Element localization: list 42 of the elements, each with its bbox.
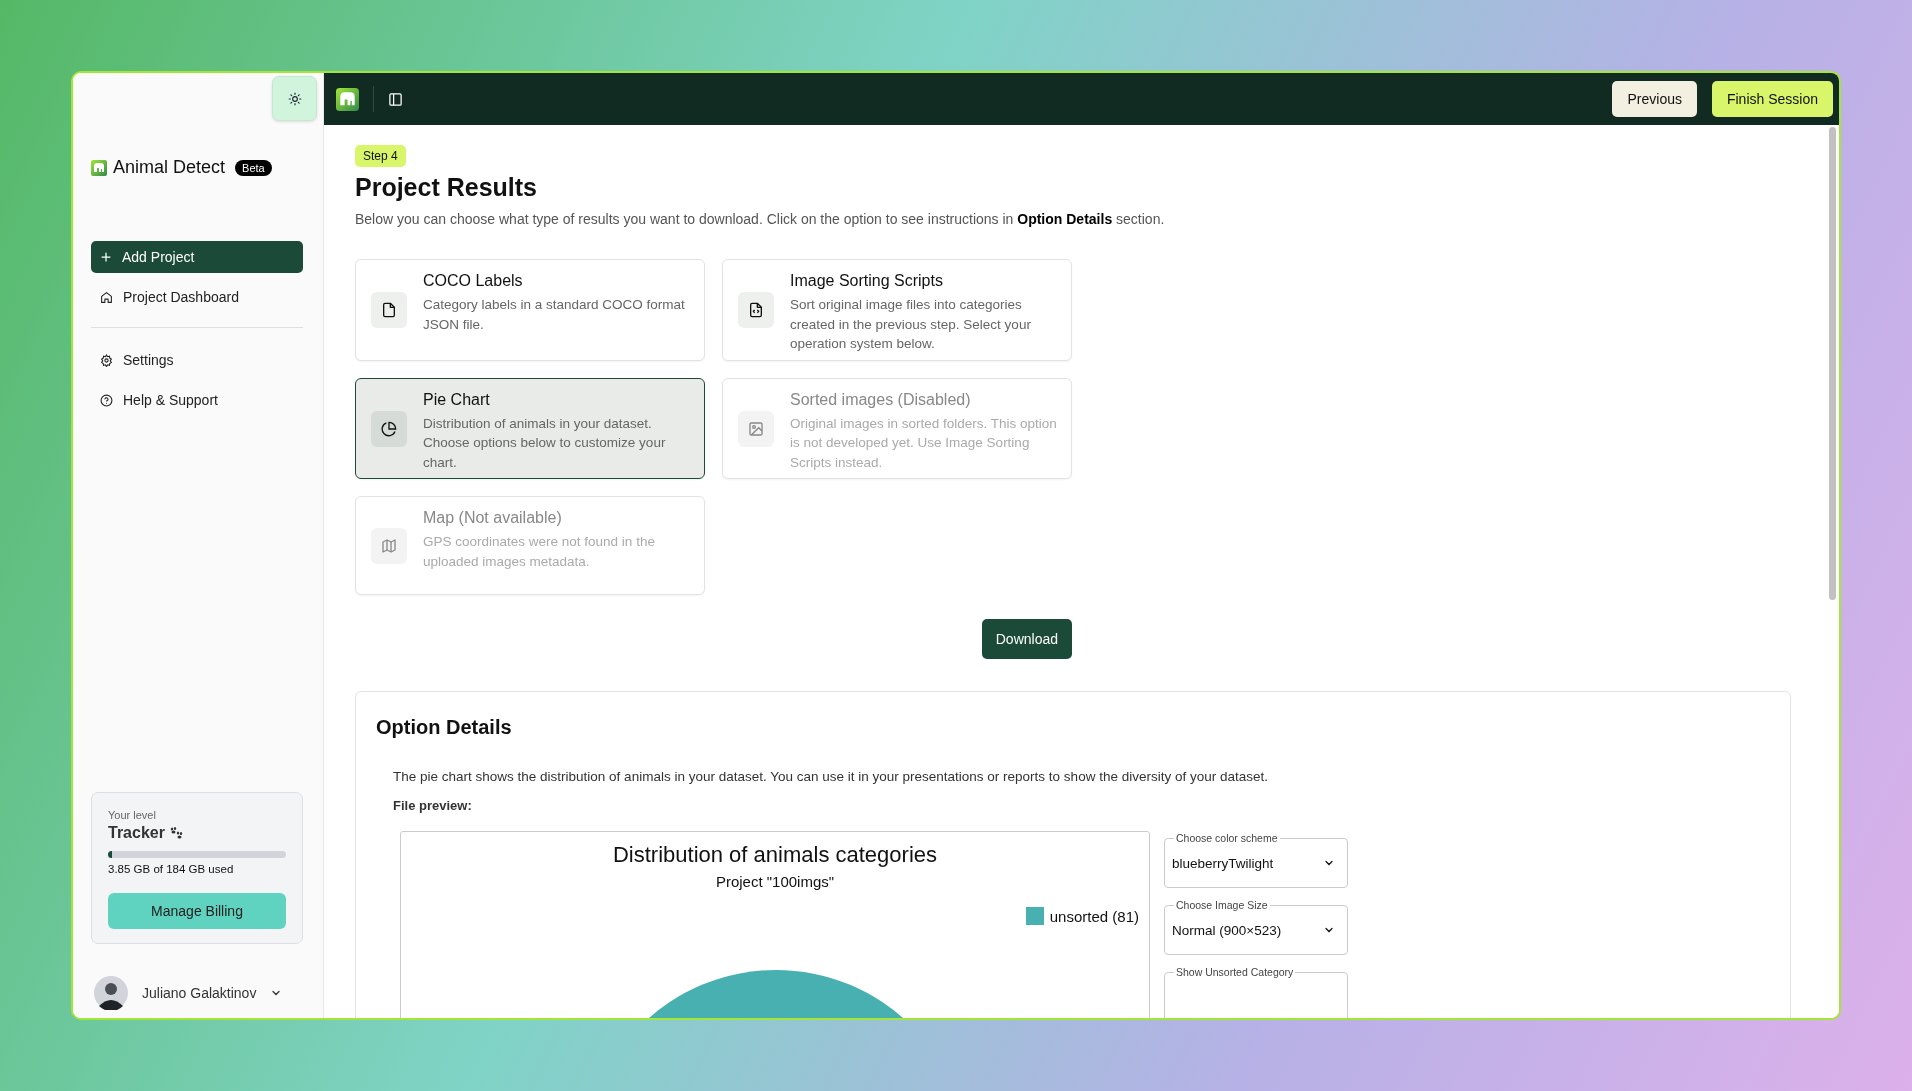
option-card[interactable]: COCO Labels Category labels in a standard COCO format JSON file.	[355, 259, 705, 361]
chart-subtitle: Project "100imgs"	[715, 873, 835, 891]
sun-icon	[287, 91, 302, 106]
option-card[interactable]: Pie Chart Distribution of animals in your dataset. Choose options below to customize your chart.	[355, 377, 705, 480]
settings-icon	[100, 353, 113, 367]
section-title: Option Details	[376, 716, 513, 740]
theme-toggle-button[interactable]	[272, 76, 317, 121]
page-title: Project Results	[355, 173, 537, 202]
storage-usage: 3.85 GB of 184 GB used	[108, 863, 235, 875]
file-preview-label: File preview:	[393, 798, 473, 814]
plus-icon	[100, 251, 112, 263]
nav-item[interactable]: Project Dashboard	[91, 281, 303, 313]
level-caption: Your level	[108, 809, 157, 821]
finish-session-button[interactable]: Finish Session	[1711, 81, 1833, 117]
manage-billing-button[interactable]: Manage Billing	[108, 893, 286, 929]
step-badge: Step 4	[355, 145, 406, 167]
nav-item[interactable]: Settings	[91, 344, 303, 376]
legend-label: unsorted (81)	[1049, 907, 1139, 925]
logo-icon[interactable]	[336, 87, 359, 111]
details-text: The pie chart shows the distribution of animals in your dataset. You can use it in your presentations or reports to show the diversity of your dataset.	[393, 769, 1269, 785]
code-file-icon	[748, 301, 764, 318]
beta-badge: Beta	[235, 159, 272, 176]
previous-button[interactable]: Previous	[1612, 81, 1697, 117]
sidebar-toggle-icon[interactable]	[388, 91, 403, 107]
image-icon	[748, 420, 764, 437]
download-button[interactable]: Download	[981, 619, 1072, 660]
help-icon	[100, 393, 113, 407]
chart-title: Distribution of animals categories	[612, 842, 937, 869]
paw-icon	[168, 826, 183, 840]
map-icon	[381, 537, 397, 554]
logo-icon	[91, 159, 107, 176]
avatar	[94, 976, 128, 1010]
add-project-button[interactable]: Add Project	[91, 241, 303, 273]
page-description: Below you can choose what type of results you want to download. Click on the option to see instructions in Option Details section.	[355, 211, 1165, 227]
home-icon	[100, 290, 113, 304]
file-icon	[381, 301, 397, 318]
option-card[interactable]: Image Sorting Scripts Sort original image files into categories created in the previous step. Select your operation system below.	[722, 259, 1072, 361]
pie-chart-icon	[381, 420, 397, 437]
user-name: Juliano Galaktinov	[142, 985, 257, 1001]
app-name: Animal Detect	[113, 157, 226, 178]
level-name: Tracker	[108, 824, 165, 842]
nav-item[interactable]: Help & Support	[91, 384, 303, 416]
